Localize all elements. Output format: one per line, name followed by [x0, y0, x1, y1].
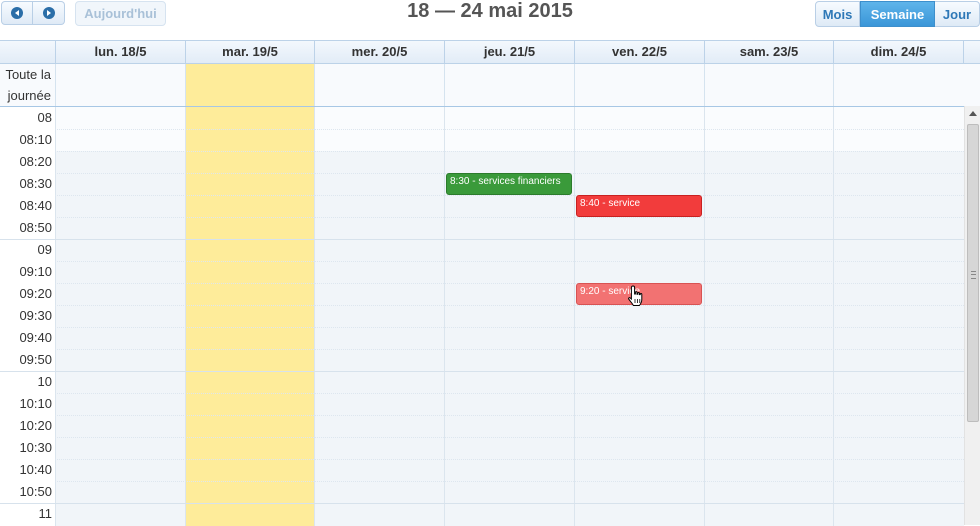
all-day-cell[interactable]	[314, 64, 444, 106]
time-slot-label: 10:30	[19, 440, 52, 455]
day-column[interactable]	[314, 107, 444, 526]
time-slot-label: 08:30	[19, 176, 52, 191]
slot-divider	[55, 195, 964, 196]
time-slot-label: 09:30	[19, 308, 52, 323]
vertical-scrollbar[interactable]	[964, 106, 980, 525]
slot-divider	[55, 349, 964, 350]
calendar-event[interactable]: 8:30 - services financiers	[446, 173, 572, 195]
hour-divider	[0, 503, 964, 504]
slot-divider	[55, 305, 964, 306]
day-header: dim. 24/5	[833, 41, 963, 63]
slot-divider	[55, 129, 964, 130]
calendar-event[interactable]: 8:40 - service	[576, 195, 702, 217]
hour-divider	[0, 239, 964, 240]
scrollbar-thumb[interactable]	[967, 124, 979, 422]
time-gutter: 08 08:10 08:20 08:30 08:40 08:50 09 09:10 09:20 0…	[0, 107, 55, 526]
view-month-button[interactable]: Mois	[815, 1, 860, 27]
day-column[interactable]	[833, 107, 963, 526]
slot-divider	[55, 437, 964, 438]
day-column[interactable]	[704, 107, 833, 526]
time-slot-label: 08:20	[19, 154, 52, 169]
today-button[interactable]: Aujourd'hui	[75, 1, 166, 26]
time-slot-label: 09	[37, 242, 52, 257]
day-header: jeu. 21/5	[444, 41, 574, 63]
week-calendar: lun. 18/5 mar. 19/5 mer. 20/5 jeu. 21/5 ven.…	[0, 40, 980, 526]
day-column[interactable]	[574, 107, 704, 526]
slot-divider	[55, 481, 964, 482]
day-header: mar. 19/5	[185, 41, 314, 63]
time-slot-label: 08:40	[19, 198, 52, 213]
all-day-cell[interactable]	[444, 64, 574, 106]
slot-divider	[55, 283, 964, 284]
time-slot-label: 08:50	[19, 220, 52, 235]
all-day-cell[interactable]	[833, 64, 963, 106]
view-day-button[interactable]: Jour	[935, 1, 980, 27]
time-slot-label: 10:40	[19, 462, 52, 477]
time-slot-label: 08	[37, 110, 52, 125]
day-header: lun. 18/5	[55, 41, 185, 63]
view-week-button[interactable]: Semaine	[860, 1, 935, 27]
page-title: 18 — 24 mai 2015	[407, 0, 573, 22]
all-day-cell[interactable]	[185, 64, 314, 106]
chevron-right-circle-icon	[42, 7, 55, 19]
all-day-row: Toute la journée	[0, 64, 980, 107]
slot-divider	[55, 393, 964, 394]
header-filler	[963, 41, 980, 63]
slot-divider	[55, 151, 964, 152]
hand-pointer-icon	[628, 285, 643, 306]
prev-week-button[interactable]	[1, 1, 33, 25]
time-slot-label: 09:10	[19, 264, 52, 279]
grip-icon	[971, 271, 976, 279]
day-column[interactable]	[55, 107, 185, 526]
all-day-cell[interactable]	[55, 64, 185, 106]
slot-divider	[55, 217, 964, 218]
time-slot-label: 10:20	[19, 418, 52, 433]
day-header: sam. 23/5	[704, 41, 833, 63]
hour-divider	[0, 371, 964, 372]
time-slot-label: 10:10	[19, 396, 52, 411]
day-header: ven. 22/5	[574, 41, 704, 63]
next-week-button[interactable]	[33, 1, 65, 25]
time-slot-label: 09:40	[19, 330, 52, 345]
scroll-up-arrow-icon[interactable]	[969, 111, 977, 116]
time-grid[interactable]: 08 08:10 08:20 08:30 08:40 08:50 09 09:10 09:20 0…	[0, 107, 964, 526]
slot-divider	[55, 459, 964, 460]
all-day-cell[interactable]	[704, 64, 833, 106]
time-slot-label: 08:10	[19, 132, 52, 147]
day-header-row: lun. 18/5 mar. 19/5 mer. 20/5 jeu. 21/5 ven.…	[0, 41, 980, 64]
time-slot-label: 10:50	[19, 484, 52, 499]
all-day-cell[interactable]	[574, 64, 704, 106]
all-day-label: Toute la journée	[5, 67, 51, 103]
slot-divider	[55, 415, 964, 416]
day-column[interactable]	[185, 107, 314, 526]
slot-divider	[55, 327, 964, 328]
time-slot-label: 10	[37, 374, 52, 389]
time-slot-label: 09:20	[19, 286, 52, 301]
slot-divider	[55, 261, 964, 262]
day-column[interactable]	[444, 107, 574, 526]
chevron-left-circle-icon	[11, 7, 23, 19]
time-slot-label: 09:50	[19, 352, 52, 367]
calendar-toolbar: Aujourd'hui 18 — 24 mai 2015 Mois Semain…	[0, 0, 980, 40]
time-slot-label: 11	[38, 506, 53, 521]
day-header: mer. 20/5	[314, 41, 444, 63]
